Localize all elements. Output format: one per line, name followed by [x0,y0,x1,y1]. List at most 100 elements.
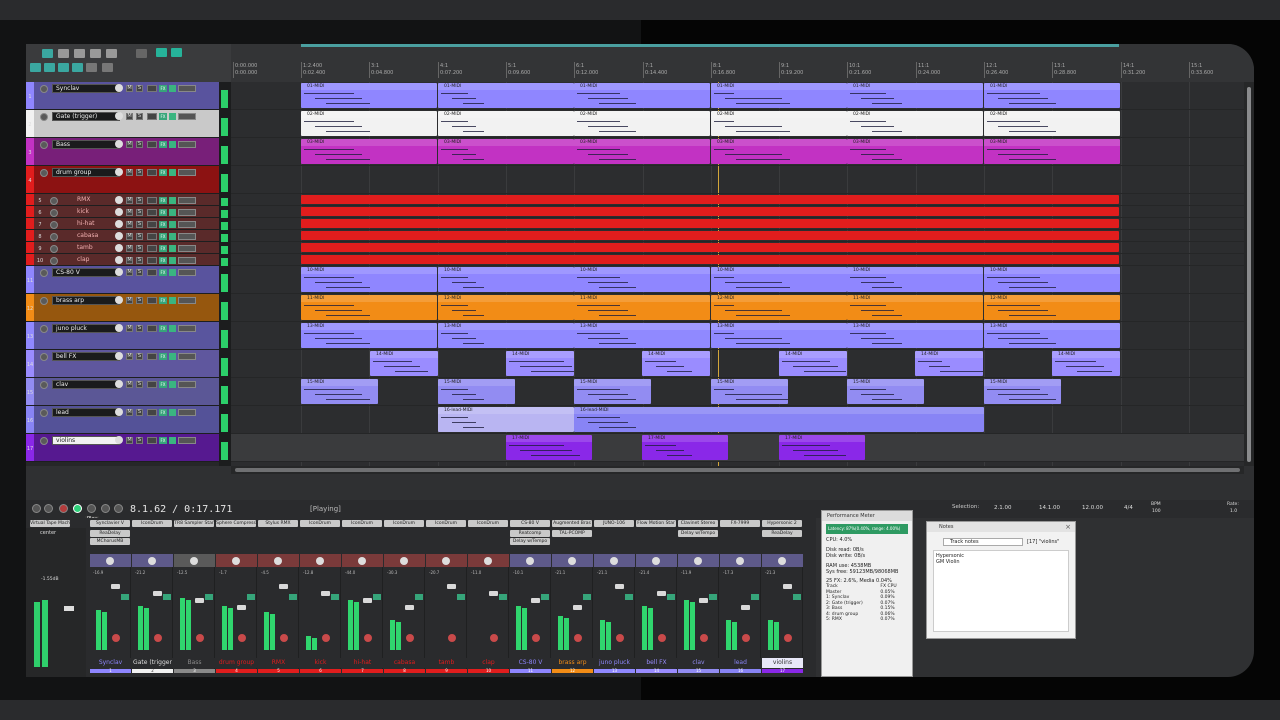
track-header-9[interactable]: 9 tamb M S FX [26,242,219,254]
pan-knob-icon[interactable] [106,557,114,565]
route-icon[interactable] [147,221,157,228]
volume-knob-icon[interactable] [115,196,123,204]
strip-record-arm-icon[interactable] [154,634,162,642]
timeline-ruler[interactable]: 0:00.000 0:00.000 1:2.400 0:02.400 3:1 0:04.8… [231,44,1254,82]
route-icon[interactable] [147,325,157,332]
track-header-11[interactable]: 11 CS-80 V M S FX [26,266,219,294]
record-arm-icon[interactable] [40,85,48,93]
horizontal-scrollbar[interactable] [231,466,1244,474]
route-icon[interactable] [147,245,157,252]
table-row[interactable]: 5: RMX 0.07% [825,617,905,623]
strip-fx-button[interactable] [205,594,213,600]
strip-name[interactable]: drum group [216,658,257,668]
go-end-icon[interactable] [44,504,53,513]
solo-button[interactable]: S [136,269,143,276]
pan-knob-icon[interactable] [484,557,492,565]
settings-icon[interactable] [106,49,117,58]
repeat-icon[interactable] [87,504,96,513]
track-header-16[interactable]: 16 lead M S FX [26,406,219,434]
record-arm-icon[interactable] [50,197,58,205]
notes-title[interactable]: Notes [927,522,1075,532]
strip-fx-button[interactable] [457,594,465,600]
fx-slot[interactable]: Stylus RMX [258,520,298,527]
strip-record-arm-icon[interactable] [364,634,372,642]
midi-item[interactable]: 03-MIDI [438,139,574,164]
volume-fader[interactable] [363,598,372,603]
strip-fx-button[interactable] [709,594,717,600]
loop-region-bar[interactable] [301,44,1119,47]
strip-fx-button[interactable] [331,594,339,600]
volume-fader[interactable] [237,605,246,610]
mute-button[interactable]: M [126,85,133,92]
midi-item[interactable]: 12-MIDI [984,295,1120,320]
track-name[interactable]: brass arp [52,296,120,305]
midi-item[interactable]: 01-MIDI [847,83,983,108]
volume-knob-icon[interactable] [115,408,123,416]
fx-button[interactable]: FX [159,409,167,416]
volume-fader[interactable] [615,584,624,589]
volume-fader[interactable] [657,591,666,596]
record-arm-icon[interactable] [40,269,48,277]
fx-slot[interactable]: Sphere Compress [216,520,256,527]
strip-name[interactable]: tamb [426,658,467,668]
mute-button[interactable]: M [126,221,133,228]
track-name[interactable]: juno pluck [52,324,120,333]
play-icon[interactable] [73,504,82,513]
midi-item[interactable]: 11-MIDI [847,295,983,320]
stop-icon[interactable] [101,504,110,513]
envelope-button[interactable] [178,353,196,360]
midi-item[interactable]: 03-MIDI [711,139,847,164]
fx-button[interactable]: FX [159,297,167,304]
strip-name[interactable]: cabasa [384,658,425,668]
track-name[interactable]: clav [52,380,120,389]
midi-item[interactable]: 16-lead-MIDI [438,407,574,432]
track-name[interactable]: CS-80 V [52,268,120,277]
fx-button[interactable]: FX [159,169,167,176]
strip-name[interactable]: violins [762,658,803,668]
record-arm-icon[interactable] [50,257,58,265]
pan-knob-icon[interactable] [610,557,618,565]
midi-item[interactable] [301,219,1119,228]
item-group-icon[interactable] [58,63,69,72]
route-icon[interactable] [147,113,157,120]
midi-item[interactable]: 11-MIDI [301,295,437,320]
strip-record-arm-icon[interactable] [532,634,540,642]
envelope-button[interactable] [178,245,196,252]
envelope-button[interactable] [178,409,196,416]
track-name[interactable]: Bass [52,140,120,149]
envelope-button[interactable] [178,141,196,148]
volume-knob-icon[interactable] [115,84,123,92]
track-header-13[interactable]: 13 juno pluck M S FX [26,322,219,350]
midi-item[interactable]: 12-MIDI [438,295,574,320]
midi-item[interactable]: 01-MIDI [711,83,847,108]
solo-button[interactable]: S [136,209,143,216]
record-arm-icon[interactable] [40,169,48,177]
solo-button[interactable]: S [136,85,143,92]
midi-item[interactable]: 10-MIDI [984,267,1120,292]
mute-button[interactable]: M [126,325,133,332]
track-header-4[interactable]: 4 drum group M S FX [26,166,219,194]
selection-end[interactable]: 14.1.00 [1039,505,1060,511]
pan-knob-icon[interactable] [190,557,198,565]
volume-fader[interactable] [531,598,540,603]
midi-item[interactable]: 01-MIDI [984,83,1120,108]
record-arm-icon[interactable] [40,409,48,417]
strip-fx-button[interactable] [247,594,255,600]
strip-fx-button[interactable] [625,594,633,600]
track-header-12[interactable]: 12 brass arp M S FX [26,294,219,322]
fx-button[interactable]: FX [159,113,167,120]
solo-button[interactable]: S [136,297,143,304]
go-start-icon[interactable] [32,504,41,513]
midi-item[interactable]: 17-MIDI [779,435,865,460]
route-icon[interactable] [147,257,157,264]
record-arm-icon[interactable] [40,437,48,445]
fx-slot[interactable]: TR8 Sampler Star [174,520,214,527]
grid-toggle-icon[interactable] [44,63,55,72]
volume-knob-icon[interactable] [115,436,123,444]
pan-knob-icon[interactable] [148,557,156,565]
midi-item[interactable]: 14-MIDI [779,351,847,376]
record-arm-icon[interactable] [40,141,48,149]
solo-button[interactable]: S [136,221,143,228]
fx-slot[interactable]: MChorusMB [90,538,130,545]
envelope-button[interactable] [178,381,196,388]
